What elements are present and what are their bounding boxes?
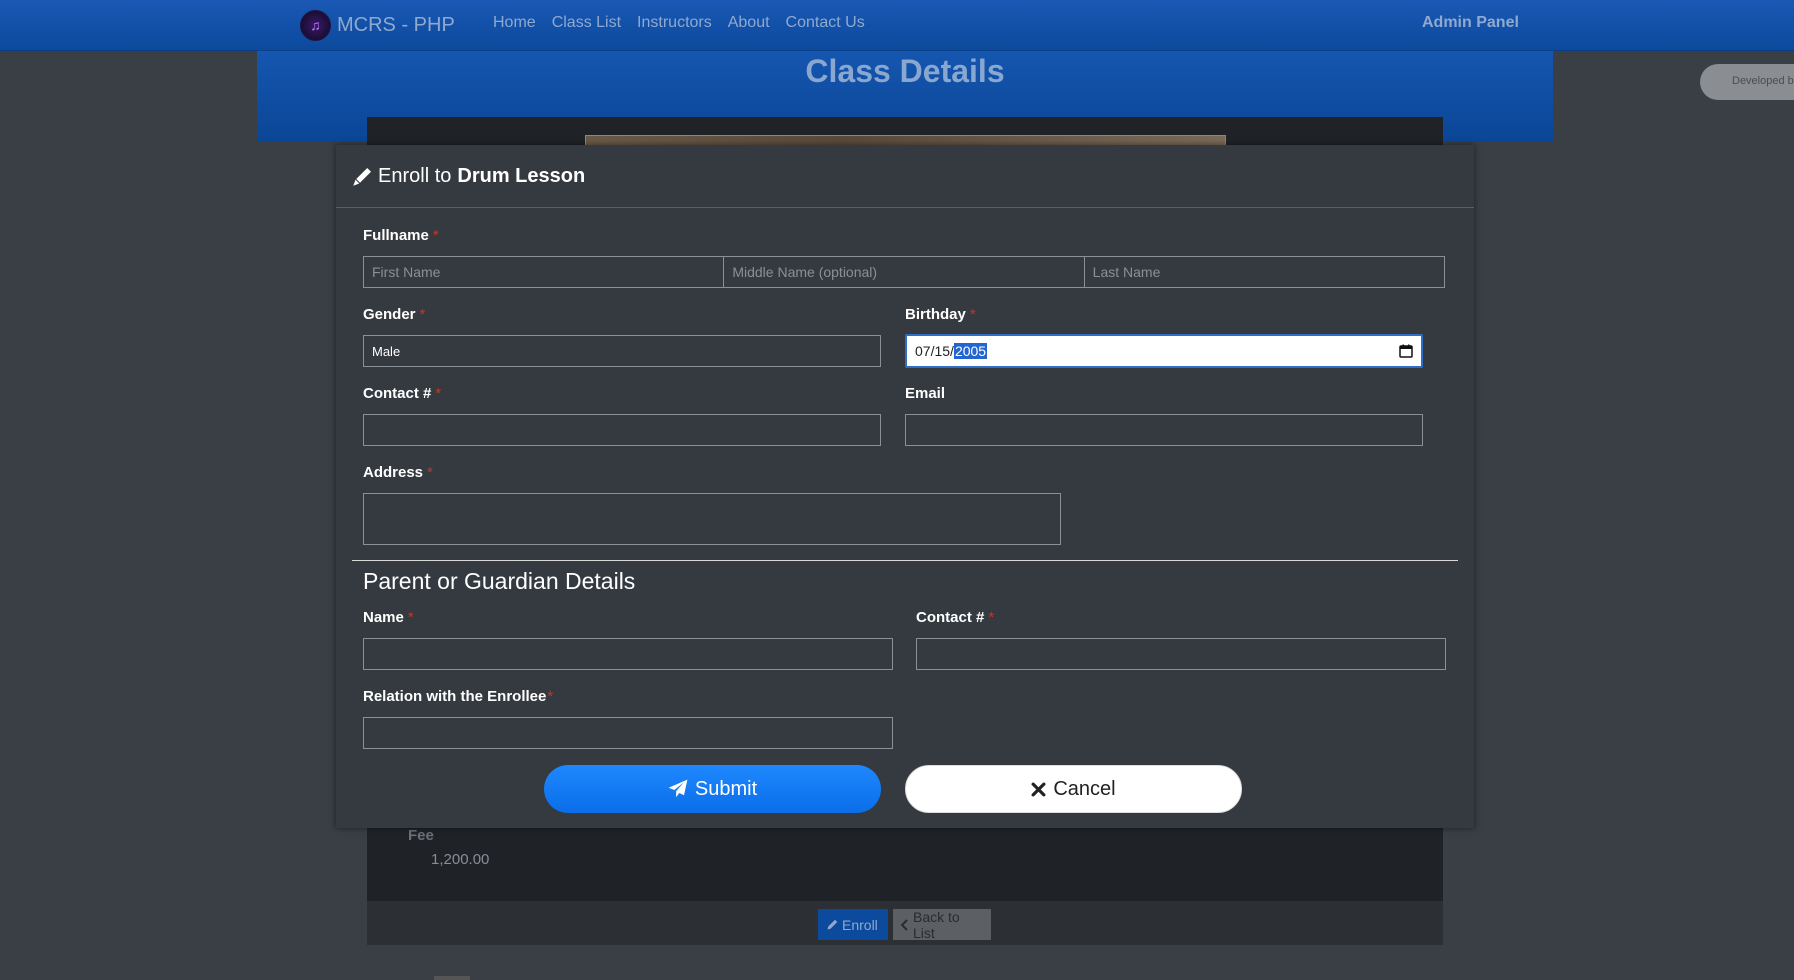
page: ♫ MCRS - PHP Home Class List Instructors… (0, 0, 1794, 980)
guardian-section-title: Parent or Guardian Details (363, 568, 636, 594)
fee-value: 1,200.00 (431, 851, 490, 868)
modal-title: Enroll to Drum Lesson (352, 165, 585, 188)
required-mark: * (427, 464, 433, 481)
middle-name-input[interactable] (723, 256, 1084, 288)
contact-input[interactable] (363, 414, 881, 446)
admin-panel-link[interactable]: Admin Panel (1422, 14, 1519, 32)
birthday-year-selected: 2005 (953, 343, 988, 359)
guardian-contact-label: Contact # * (916, 609, 994, 626)
enroll-modal: Enroll to Drum Lesson Fullname* Gender* … (336, 145, 1474, 828)
required-mark: * (407, 609, 414, 626)
first-name-input[interactable] (363, 256, 724, 288)
required-mark: * (969, 306, 976, 323)
gender-select[interactable]: Male (363, 335, 881, 367)
guardian-name-input[interactable] (363, 638, 893, 670)
section-divider (352, 560, 1458, 561)
nav-link-about[interactable]: About (728, 14, 770, 32)
gender-label-text: Gender (363, 306, 416, 323)
relation-label-text: Relation with the Enrollee (363, 688, 547, 705)
close-icon (1031, 782, 1046, 797)
address-textarea[interactable] (363, 493, 1061, 545)
birthday-input[interactable]: 07/15/2005 (905, 334, 1423, 368)
modal-title-prefix: Enroll to (378, 165, 452, 187)
nav-link-contact-us[interactable]: Contact Us (786, 14, 865, 32)
nav-link-class-list[interactable]: Class List (552, 14, 621, 32)
required-mark: * (547, 688, 554, 705)
email-input[interactable] (905, 414, 1423, 446)
guardian-name-label-text: Name (363, 609, 404, 626)
contact-label: Contact # * (363, 385, 441, 402)
fullname-input-group (363, 256, 1445, 288)
fullname-label: Fullname * (363, 227, 439, 244)
gender-label: Gender * (363, 306, 425, 323)
cancel-button-label: Cancel (1053, 777, 1116, 800)
modal-header: Enroll to Drum Lesson (336, 145, 1474, 208)
gender-select-value: Male (372, 344, 401, 359)
modal-title-class: Drum Lesson (457, 165, 586, 187)
nav-link-home[interactable]: Home (493, 14, 536, 32)
enroll-button-label: Enroll (842, 916, 878, 933)
guardian-name-label: Name * (363, 609, 414, 626)
address-label-text: Address (363, 464, 424, 481)
scrollbar[interactable] (434, 976, 470, 980)
required-mark: * (988, 609, 995, 626)
birthday-month-day: 07/15/ (915, 343, 954, 359)
brand[interactable]: ♫ MCRS - PHP (300, 8, 455, 42)
submit-button[interactable]: Submit (544, 765, 881, 813)
guardian-contact-label-text: Contact # (916, 609, 985, 626)
paper-plane-icon (668, 779, 688, 799)
back-to-list-button[interactable]: Back to List (893, 908, 991, 941)
guardian-contact-input[interactable] (916, 638, 1446, 670)
birthday-label: Birthday * (905, 306, 976, 323)
nav-links: Home Class List Instructors About Contac… (493, 14, 865, 32)
pencil-icon (352, 167, 372, 187)
required-mark: * (419, 306, 426, 323)
email-label: Email (905, 385, 946, 402)
brand-logo-icon: ♫ (300, 9, 331, 41)
birthday-label-text: Birthday (905, 306, 966, 323)
back-to-list-label: Back to List (913, 908, 960, 941)
fee-label: Fee (408, 827, 434, 844)
address-label: Address * (363, 464, 433, 481)
calendar-icon[interactable] (1399, 344, 1413, 358)
developer-badge[interactable]: Developed b (1700, 64, 1794, 100)
cancel-button[interactable]: Cancel (905, 765, 1242, 813)
chevron-left-icon (901, 918, 909, 931)
enroll-button[interactable]: Enroll (818, 909, 888, 940)
page-title: Class Details (805, 53, 1005, 89)
last-name-input[interactable] (1083, 256, 1445, 288)
fullname-label-text: Fullname (363, 227, 429, 244)
relation-input[interactable] (363, 717, 893, 749)
contact-label-text: Contact # (363, 385, 432, 402)
pencil-icon (826, 919, 838, 931)
submit-button-label: Submit (694, 777, 758, 800)
brand-name: MCRS - PHP (337, 13, 455, 36)
relation-label: Relation with the Enrollee* (363, 688, 553, 705)
nav-link-instructors[interactable]: Instructors (637, 14, 712, 32)
required-mark: * (435, 385, 442, 402)
navbar: ♫ MCRS - PHP Home Class List Instructors… (0, 0, 1794, 51)
required-mark: * (432, 227, 439, 244)
